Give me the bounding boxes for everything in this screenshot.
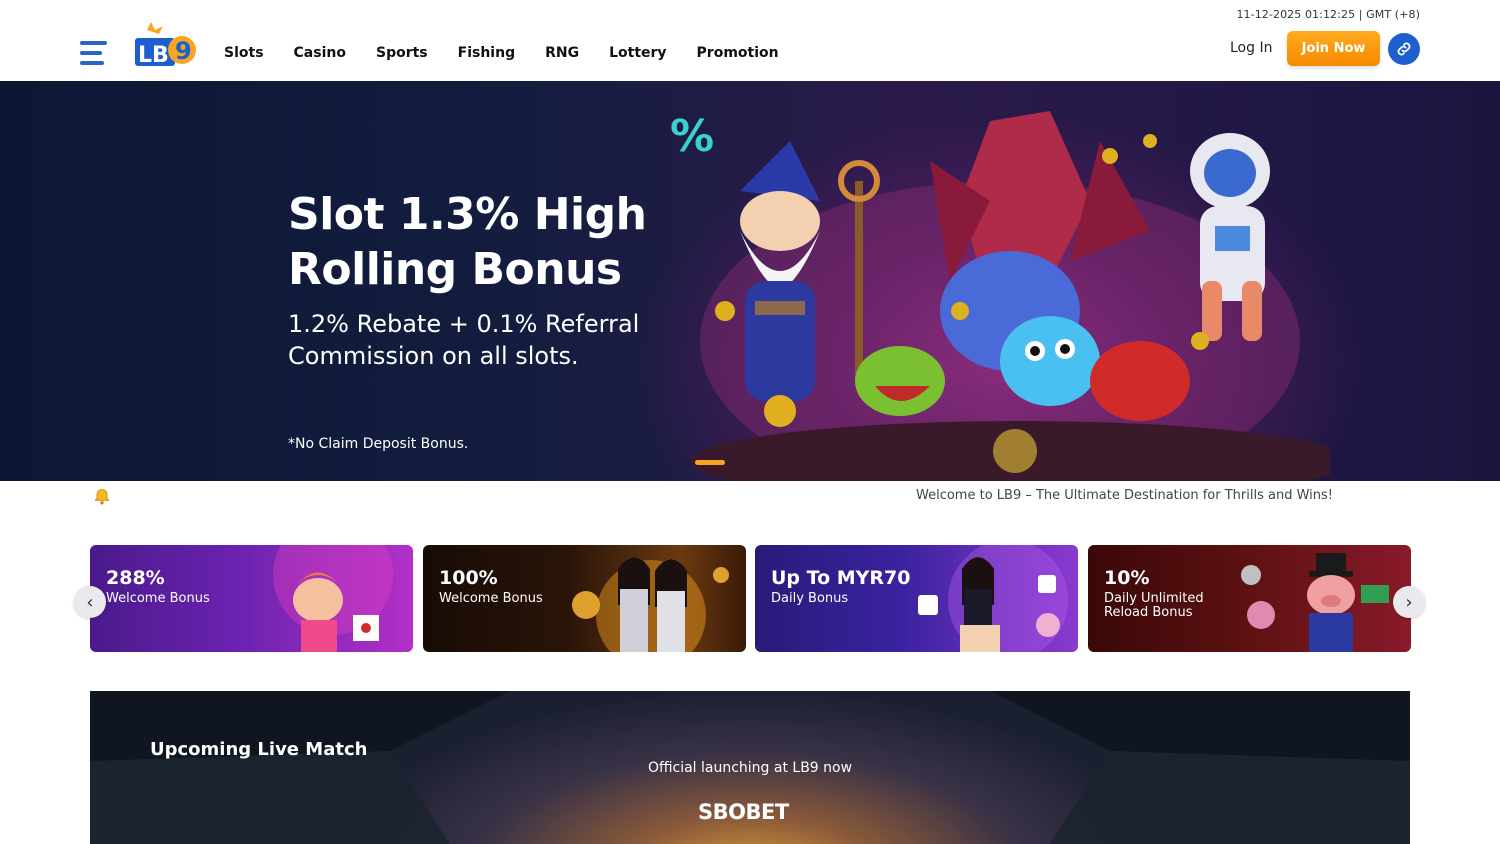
hero-subtitle: 1.2% Rebate + 0.1% Referral Commission o… — [288, 310, 640, 370]
announcement-bar: Welcome to LB9 – The Ultimate Destinatio… — [0, 481, 1500, 515]
chevron-right-icon: › — [1405, 591, 1413, 613]
nav-sports[interactable]: Sports — [376, 45, 428, 61]
promo-subtitle: Daily Bonus — [771, 591, 849, 606]
datetime-display: 11-12-2025 01:12:25 | GMT (+8) — [1236, 8, 1420, 21]
promo-title: 288% — [106, 567, 165, 589]
promo-card[interactable]: 288% Welcome Bonus — [90, 545, 413, 652]
carousel-prev-button[interactable]: ‹ — [74, 586, 106, 618]
promo-title: 10% — [1104, 567, 1150, 589]
svg-text:LB: LB — [138, 43, 169, 68]
nav-promotion[interactable]: Promotion — [697, 45, 779, 61]
promo-subtitle: Daily Unlimited Reload Bonus — [1104, 591, 1204, 620]
hero-note: *No Claim Deposit Bonus. — [288, 436, 469, 452]
nav-rng[interactable]: RNG — [545, 45, 579, 61]
bell-icon — [94, 489, 110, 505]
nav-lottery[interactable]: Lottery — [609, 45, 666, 61]
hero-title: Slot 1.3% High Rolling Bonus — [288, 189, 647, 295]
live-match-subtitle: Official launching at LB9 now — [647, 760, 853, 776]
announcement-text: Welcome to LB9 – The Ultimate Destinatio… — [916, 488, 1333, 503]
login-link[interactable]: Log In — [1230, 40, 1272, 56]
nav-casino[interactable]: Casino — [294, 45, 346, 61]
hamburger-icon[interactable] — [80, 41, 107, 65]
carousel-next-button[interactable]: › — [1393, 586, 1425, 618]
lb9-logo[interactable]: LB 9 — [135, 22, 197, 68]
promo-card[interactable]: 100% Welcome Bonus — [423, 545, 746, 652]
nav-fishing[interactable]: Fishing — [458, 45, 515, 61]
site-header: 11-12-2025 01:12:25 | GMT (+8) LB 9 Slot… — [0, 0, 1500, 81]
join-now-button[interactable]: Join Now — [1287, 31, 1380, 66]
chevron-left-icon: ‹ — [86, 591, 94, 613]
promo-carousel: 288% Welcome Bonus 100% Welcome Bonus Up… — [90, 545, 1411, 652]
promo-art-girl — [273, 545, 393, 652]
live-match-title: Upcoming Live Match — [150, 739, 368, 760]
promo-title: Up To MYR70 — [771, 567, 911, 589]
promo-subtitle: Welcome Bonus — [439, 591, 543, 606]
link-icon — [1397, 42, 1411, 56]
link-button[interactable] — [1388, 33, 1420, 65]
hero-characters-art: % — [670, 111, 1330, 481]
svg-text:9: 9 — [175, 37, 192, 65]
promo-title: 100% — [439, 567, 498, 589]
promo-card[interactable]: 10% Daily Unlimited Reload Bonus — [1088, 545, 1411, 652]
main-nav: Slots Casino Sports Fishing RNG Lottery … — [224, 45, 809, 61]
hero-banner[interactable]: % Slot 1.3% High Rolling Bonus 1.2% Reba… — [0, 81, 1500, 481]
promo-subtitle: Welcome Bonus — [106, 591, 210, 606]
promo-art-woman-dice — [918, 545, 1068, 652]
promo-card[interactable]: Up To MYR70 Daily Bonus — [755, 545, 1078, 652]
svg-text:%: % — [670, 111, 714, 162]
promo-art-pig-mascot — [1241, 553, 1389, 652]
carousel-indicator-active[interactable] — [695, 460, 725, 465]
promo-art-dealers — [572, 557, 729, 652]
nav-slots[interactable]: Slots — [224, 45, 264, 61]
sbobet-logo: SBOBET — [698, 800, 789, 824]
live-match-banner[interactable]: Upcoming Live Match Official launching a… — [90, 691, 1410, 844]
